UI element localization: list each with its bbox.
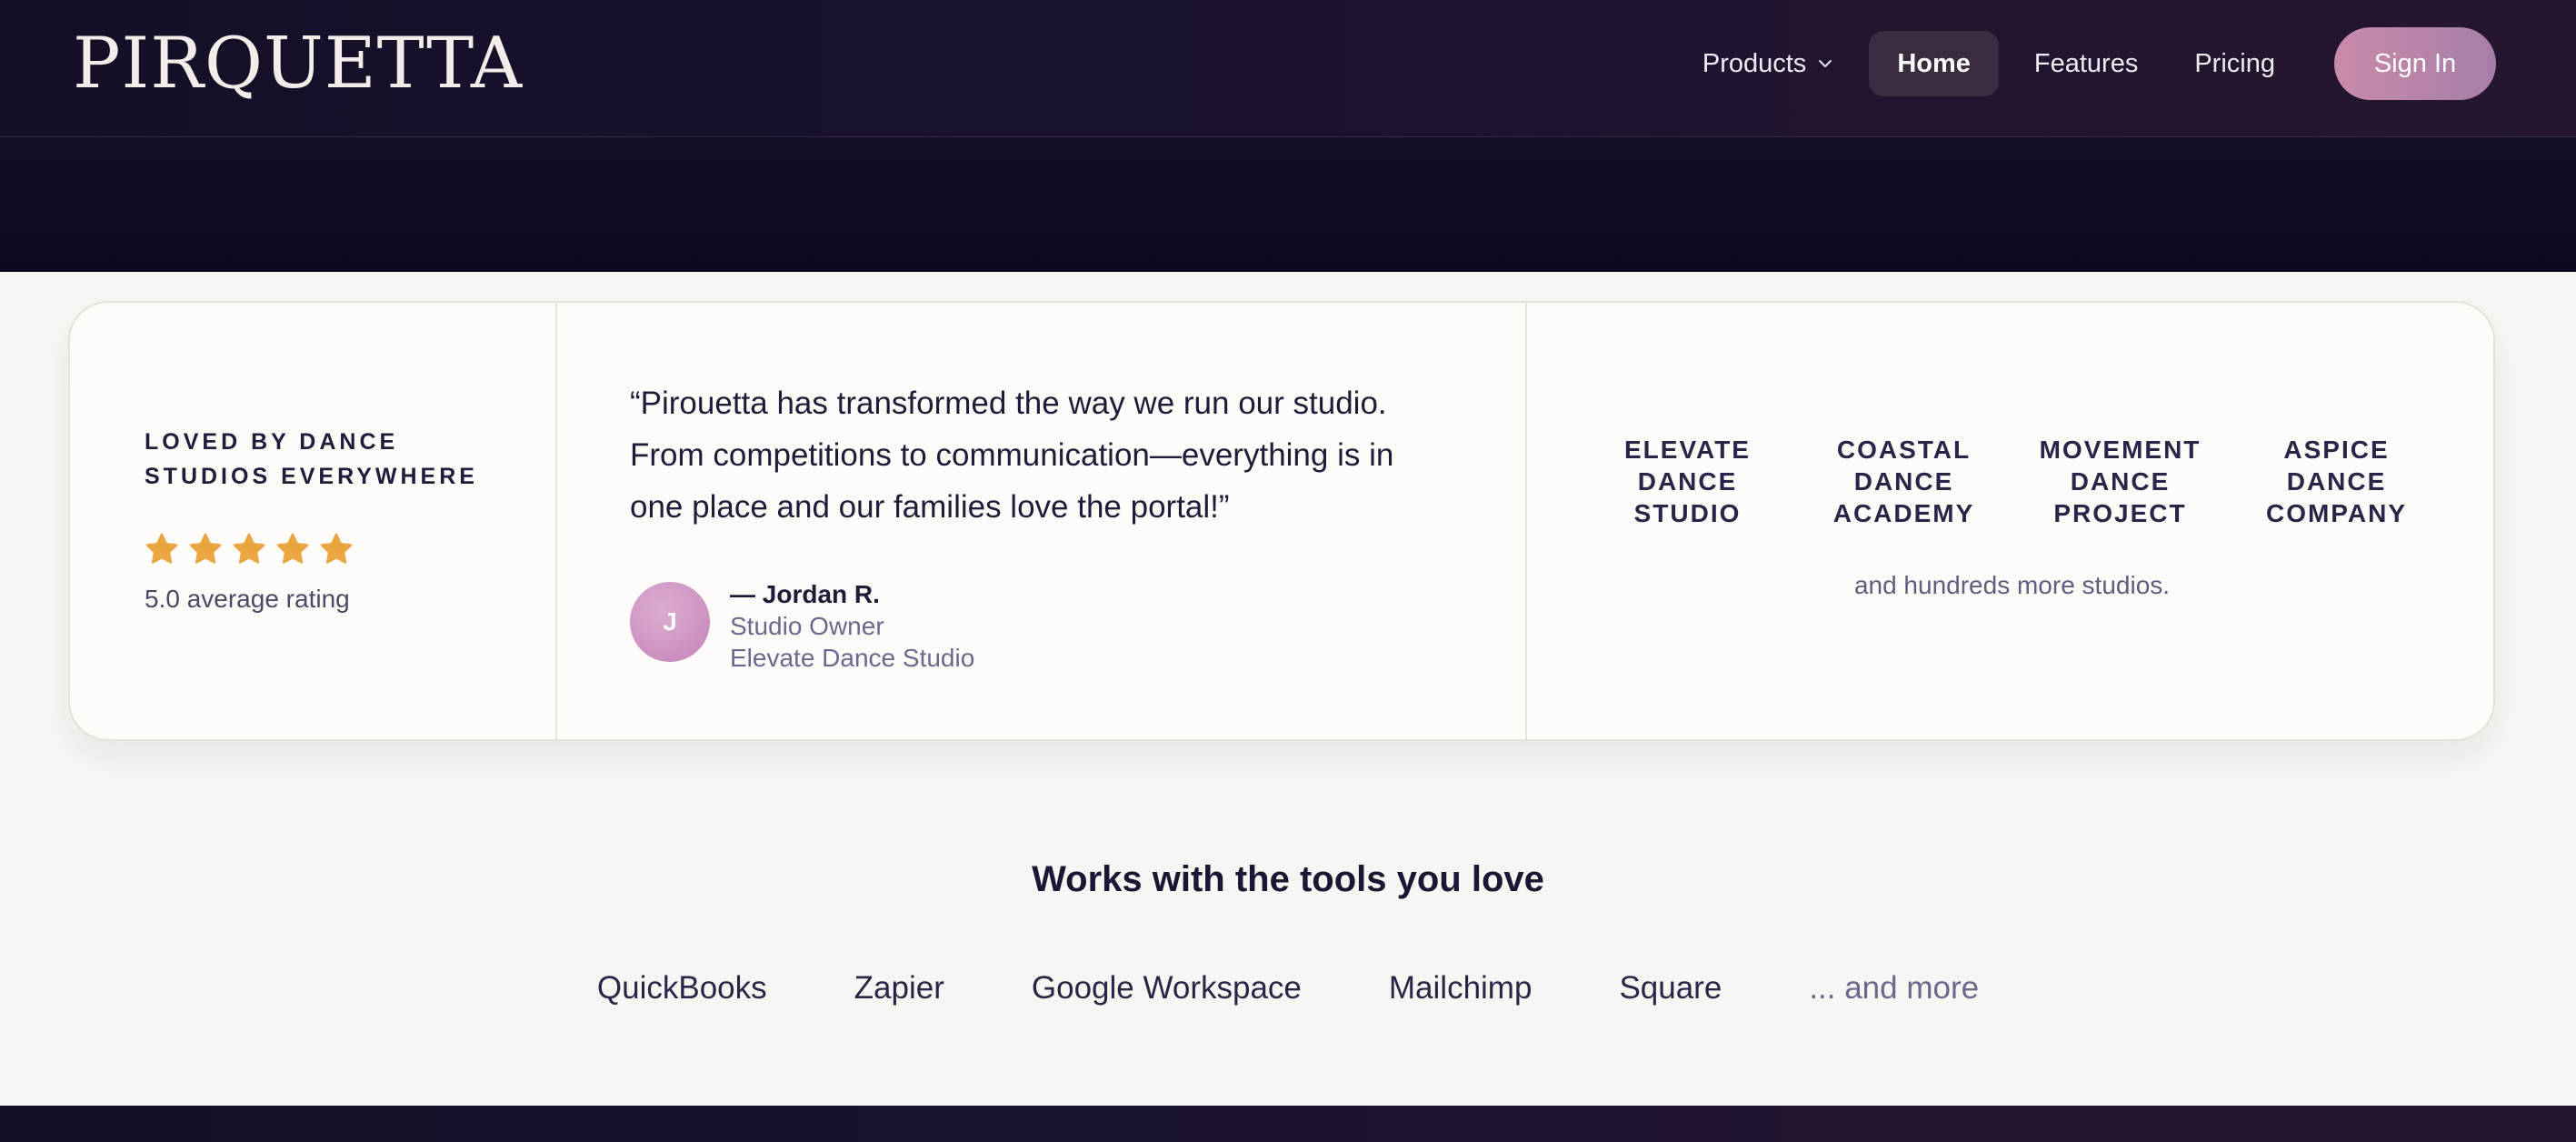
studio-logo: ELEVATE DANCE STUDIO <box>1580 434 1796 529</box>
author-studio: Elevate Dance Studio <box>730 644 975 672</box>
hero-band <box>0 137 2576 272</box>
star-rating <box>145 532 563 566</box>
chevron-down-icon <box>1819 60 1832 67</box>
more-studios-text: and hundreds more studios. <box>1853 571 2171 599</box>
studio-name-line1: MOVEMENT <box>2039 436 2202 464</box>
site-header: PIRQUETTA Products Home Features Pricing… <box>0 0 2576 137</box>
rating-panel: LOVED BY DANCE STUDIOS EVERYWHERE 5.0 av… <box>145 425 563 614</box>
studio-name-line3: PROJECT <box>2053 499 2187 527</box>
loved-heading-line2: STUDIOS EVERYWHERE <box>145 464 478 489</box>
studio-name-line2: DANCE <box>2070 467 2171 496</box>
tool-google-workspace: Google Workspace <box>1031 970 1302 1006</box>
main-nav: Products Home Features Pricing Sign In <box>1674 27 2496 100</box>
tool-mailchimp: Mailchimp <box>1388 970 1533 1006</box>
nav-pricing[interactable]: Pricing <box>2166 31 2303 96</box>
testimonial-quote: “Pirouetta has transformed the way we ru… <box>630 386 1394 525</box>
star-icon <box>276 533 309 564</box>
testimonial-card: LOVED BY DANCE STUDIOS EVERYWHERE 5.0 av… <box>68 301 2495 741</box>
tools-heading: Works with the tools you love <box>1032 859 1544 899</box>
quote-author: J — Jordan R. Studio Owner Elevate Dance… <box>630 578 1448 674</box>
studio-name-line1: ASPICE <box>2283 436 2390 464</box>
tool-zapier: Zapier <box>854 970 944 1006</box>
author-role: Studio Owner <box>730 612 884 640</box>
loved-heading-line1: LOVED BY DANCE <box>145 429 399 455</box>
star-icon <box>189 533 222 564</box>
studio-name-line3: STUDIO <box>1633 499 1742 527</box>
author-name: — Jordan R. <box>730 580 880 608</box>
studio-name-line1: ELEVATE <box>1624 436 1751 464</box>
studio-name-line3: ACADEMY <box>1832 499 1975 527</box>
nav-features[interactable]: Features <box>2006 31 2166 96</box>
star-icon <box>320 533 353 564</box>
avatar: J <box>630 582 710 662</box>
nav-home[interactable]: Home <box>1869 31 1999 96</box>
studio-name-line2: DANCE <box>1637 467 1738 496</box>
footer-band <box>0 1106 2576 1142</box>
tool-quickbooks: QuickBooks <box>596 970 767 1006</box>
studio-logo: COASTAL DANCE ACADEMY <box>1796 434 2012 529</box>
sign-in-button[interactable]: Sign In <box>2334 27 2496 100</box>
studio-name-line2: DANCE <box>2286 467 2387 496</box>
nav-products[interactable]: Products <box>1674 31 1862 96</box>
tool-square: Square <box>1619 970 1722 1006</box>
studio-name-line3: COMPANY <box>2265 499 2408 527</box>
studio-logo: ASPICE DANCE COMPANY <box>2229 434 2445 529</box>
star-icon <box>145 533 178 564</box>
studio-name-line2: DANCE <box>1853 467 1954 496</box>
studio-logo: MOVEMENT DANCE PROJECT <box>2012 434 2229 529</box>
tools-list: QuickBooks Zapier Google Workspace Mailc… <box>0 970 2576 1007</box>
loved-heading: LOVED BY DANCE STUDIOS EVERYWHERE <box>145 425 563 494</box>
logo[interactable]: PIRQUETTA <box>73 20 523 107</box>
star-icon <box>233 533 265 564</box>
nav-products-label: Products <box>1702 49 1807 78</box>
rating-text: 5.0 average rating <box>145 585 350 613</box>
studio-name-line1: COASTAL <box>1836 436 1972 464</box>
tools-more: ... and more <box>1809 970 1980 1006</box>
studio-logos-panel: ELEVATE DANCE STUDIO COASTAL DANCE ACADE… <box>1527 434 2497 600</box>
studio-logos: ELEVATE DANCE STUDIO COASTAL DANCE ACADE… <box>1527 434 2497 529</box>
quote-panel: “Pirouetta has transformed the way we ru… <box>630 377 1448 674</box>
